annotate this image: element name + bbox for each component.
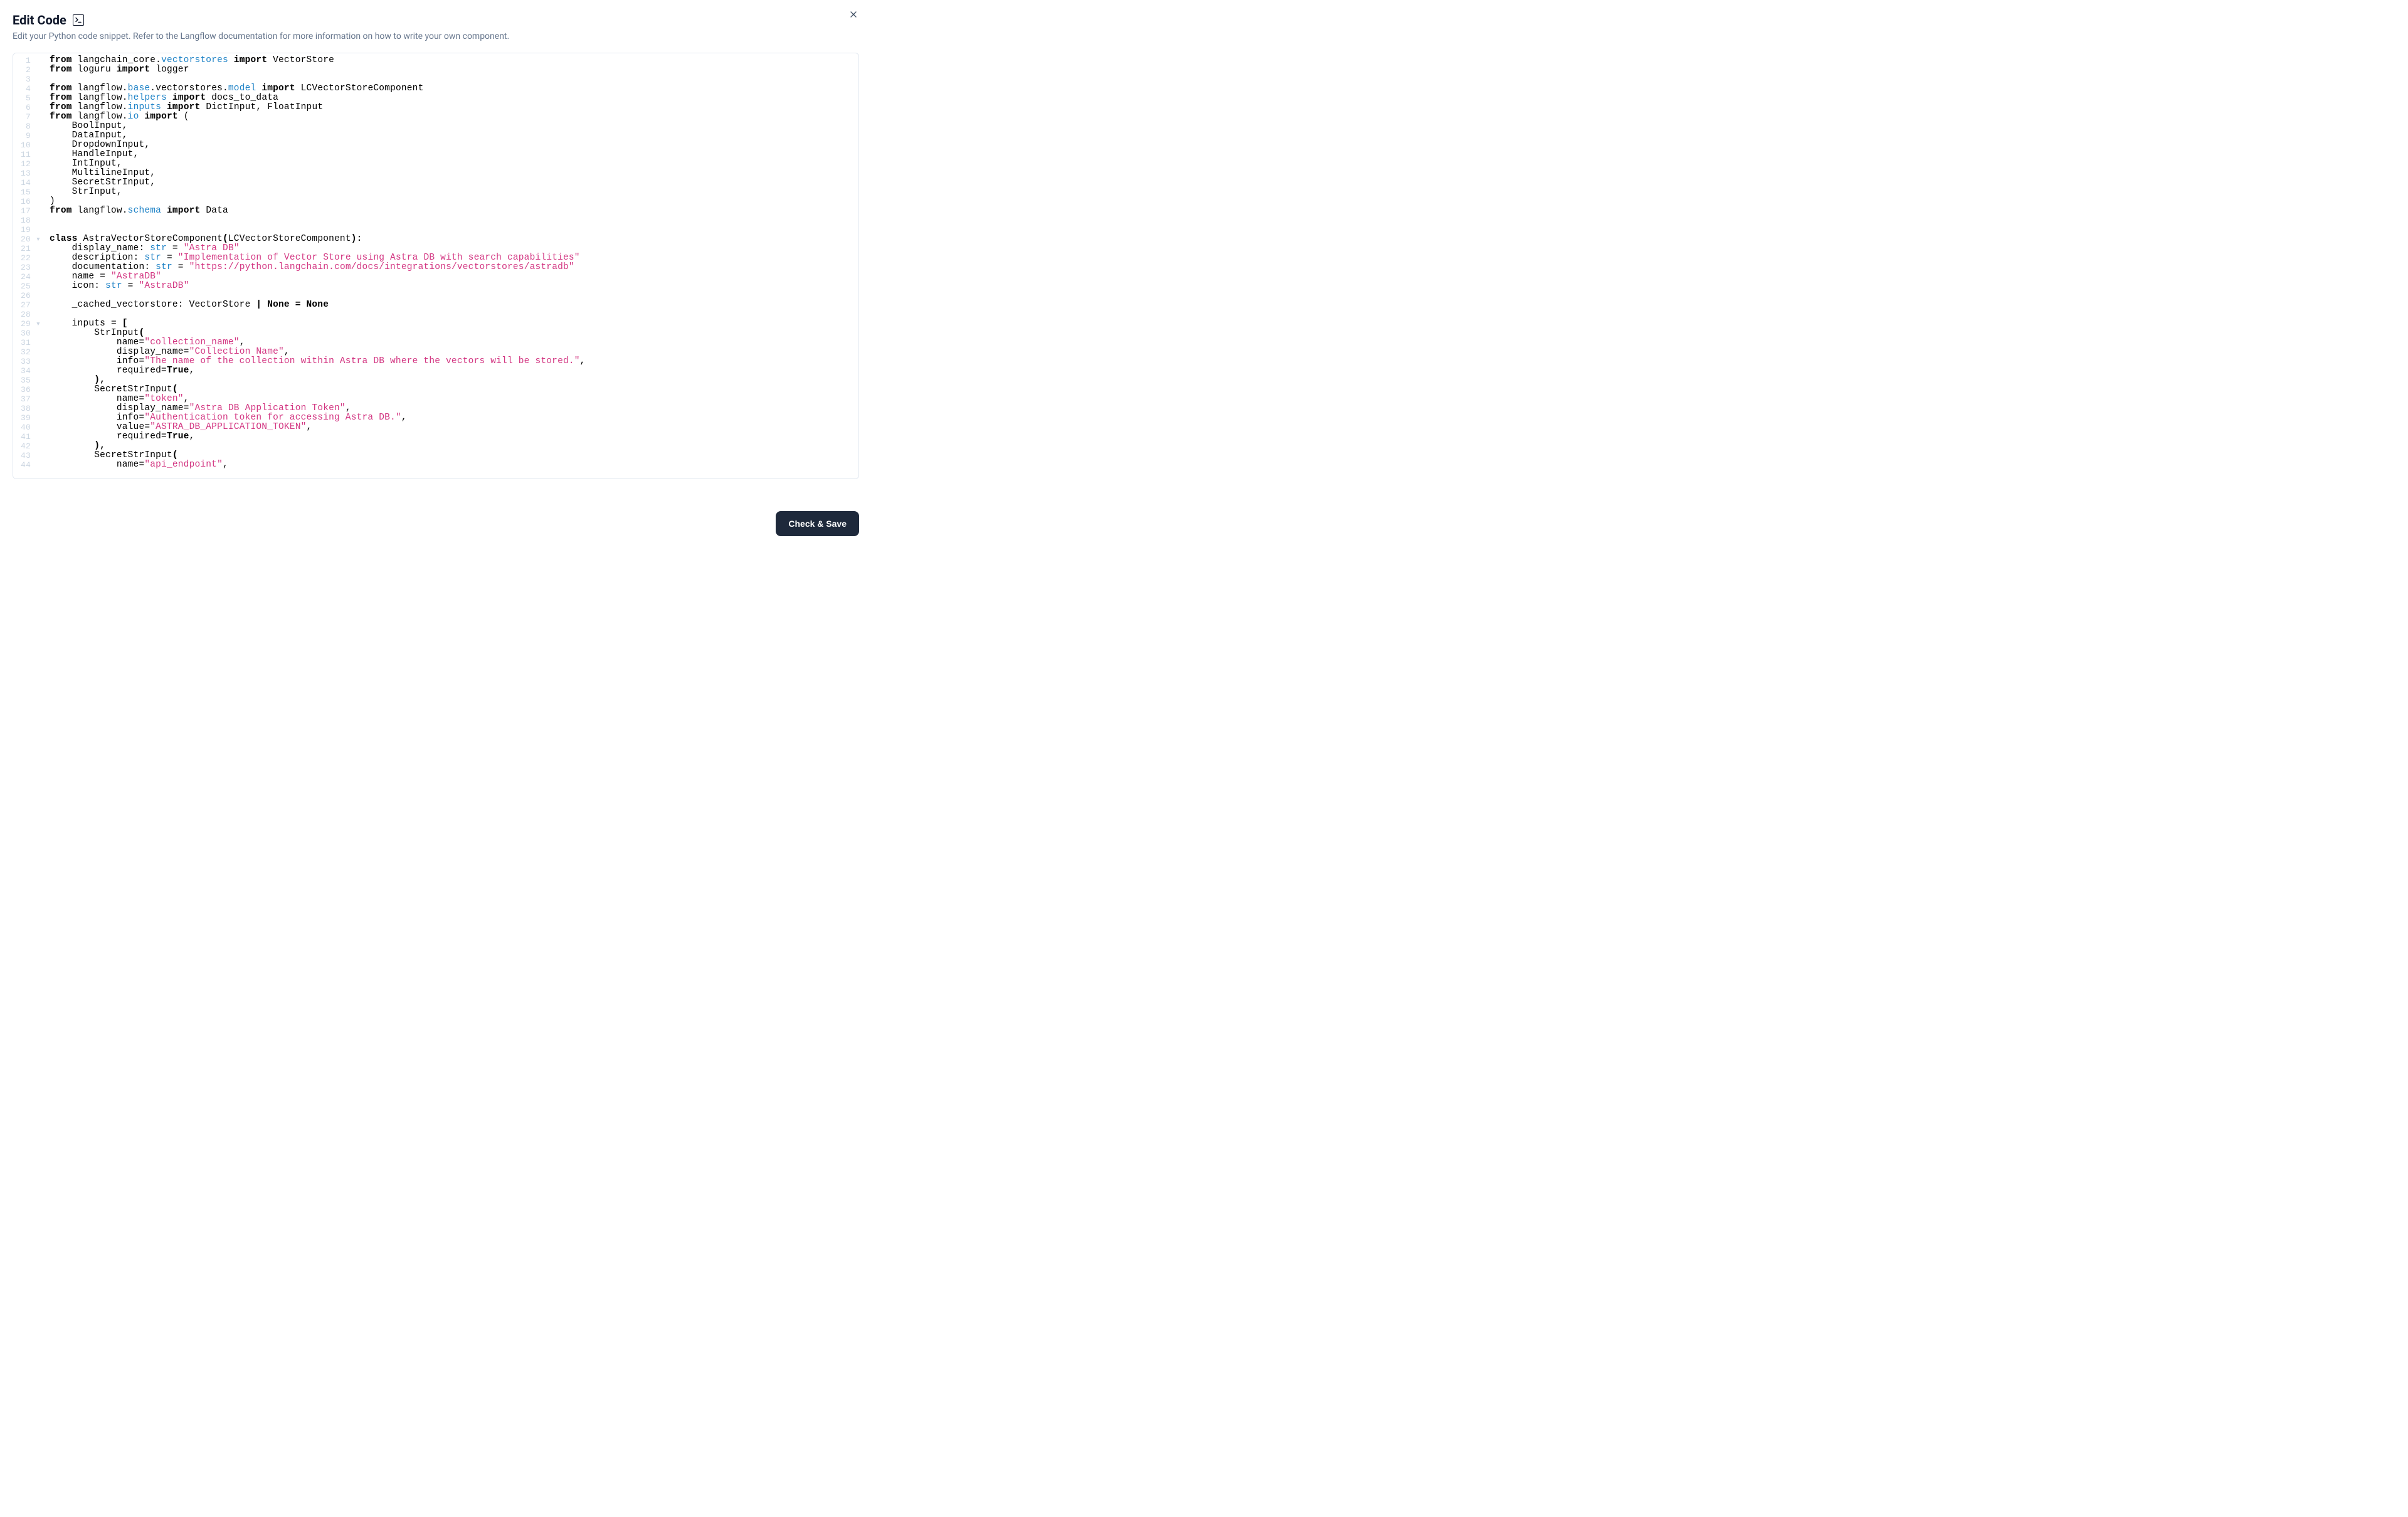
- code-line[interactable]: info="Authentication token for accessing…: [50, 413, 853, 423]
- code-line[interactable]: SecretStrInput,: [50, 178, 853, 188]
- close-icon[interactable]: [848, 9, 859, 20]
- line-gutter: 1 2 3 4 5 6 7 8 9 10 11 12 13 14 15 16 1…: [13, 53, 45, 478]
- code-line[interactable]: ),: [50, 441, 853, 451]
- code-line[interactable]: from langflow.io import (: [50, 112, 853, 122]
- code-line[interactable]: from langflow.inputs import DictInput, F…: [50, 103, 853, 112]
- code-line[interactable]: info="The name of the collection within …: [50, 357, 853, 366]
- code-line[interactable]: _cached_vectorstore: VectorStore | None …: [50, 300, 853, 310]
- code-line[interactable]: display_name="Astra DB Application Token…: [50, 404, 853, 413]
- code-line[interactable]: [50, 225, 853, 235]
- code-line[interactable]: value="ASTRA_DB_APPLICATION_TOKEN",: [50, 423, 853, 432]
- code-line[interactable]: [50, 216, 853, 225]
- code-line[interactable]: required=True,: [50, 432, 853, 441]
- modal-footer: Check & Save: [776, 511, 859, 536]
- modal-description: Edit your Python code snippet. Refer to …: [13, 31, 859, 41]
- code-area[interactable]: from langchain_core.vectorstores import …: [45, 53, 858, 478]
- code-line[interactable]: SecretStrInput(: [50, 451, 853, 460]
- code-line[interactable]: description: str = "Implementation of Ve…: [50, 253, 853, 263]
- check-save-button[interactable]: Check & Save: [776, 511, 859, 536]
- code-line[interactable]: DropdownInput,: [50, 140, 853, 150]
- code-line[interactable]: DataInput,: [50, 131, 853, 140]
- code-line[interactable]: name="collection_name",: [50, 338, 853, 347]
- code-line[interactable]: ): [50, 197, 853, 206]
- code-line[interactable]: [50, 291, 853, 300]
- terminal-icon: [73, 14, 84, 26]
- code-line[interactable]: name="token",: [50, 394, 853, 404]
- edit-code-modal: Edit Code Edit your Python code snippet.…: [0, 0, 872, 492]
- code-line[interactable]: from langflow.helpers import docs_to_dat…: [50, 93, 853, 103]
- code-line[interactable]: class AstraVectorStoreComponent(LCVector…: [50, 235, 853, 244]
- code-line[interactable]: [50, 310, 853, 319]
- code-line[interactable]: [50, 75, 853, 84]
- code-line[interactable]: from langflow.schema import Data: [50, 206, 853, 216]
- code-line[interactable]: icon: str = "AstraDB": [50, 282, 853, 291]
- code-line[interactable]: required=True,: [50, 366, 853, 376]
- code-line[interactable]: from langflow.base.vectorstores.model im…: [50, 84, 853, 93]
- code-editor[interactable]: 1 2 3 4 5 6 7 8 9 10 11 12 13 14 15 16 1…: [13, 53, 859, 479]
- code-line[interactable]: display_name="Collection Name",: [50, 347, 853, 357]
- code-line[interactable]: name="api_endpoint",: [50, 460, 853, 470]
- modal-title: Edit Code: [13, 13, 66, 28]
- code-line[interactable]: SecretStrInput(: [50, 385, 853, 394]
- code-line[interactable]: from loguru import logger: [50, 65, 853, 75]
- code-line[interactable]: inputs = [: [50, 319, 853, 329]
- code-line[interactable]: IntInput,: [50, 159, 853, 169]
- code-line[interactable]: StrInput(: [50, 329, 853, 338]
- code-line[interactable]: MultilineInput,: [50, 169, 853, 178]
- code-line[interactable]: ),: [50, 376, 853, 385]
- code-line[interactable]: HandleInput,: [50, 150, 853, 159]
- code-line[interactable]: StrInput,: [50, 188, 853, 197]
- header-left: Edit Code: [13, 13, 84, 28]
- code-line[interactable]: from langchain_core.vectorstores import …: [50, 56, 853, 65]
- modal-header: Edit Code: [13, 13, 859, 28]
- code-line[interactable]: name = "AstraDB": [50, 272, 853, 282]
- code-line[interactable]: BoolInput,: [50, 122, 853, 131]
- code-line[interactable]: documentation: str = "https://python.lan…: [50, 263, 853, 272]
- code-line[interactable]: display_name: str = "Astra DB": [50, 244, 853, 253]
